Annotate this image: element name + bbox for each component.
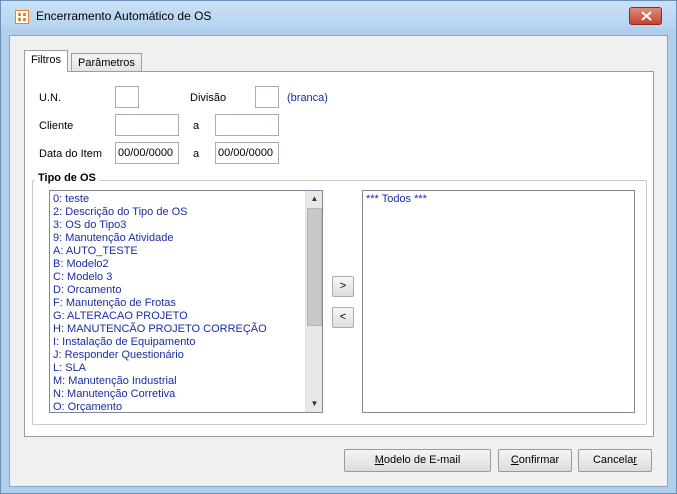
cancel-button[interactable]: Cancelar — [578, 449, 652, 472]
un-label: U.N. — [39, 92, 61, 104]
list-item[interactable]: A: AUTO_TESTE — [53, 245, 267, 258]
data-to-label: a — [193, 148, 200, 160]
confirm-label-rest: onfirmar — [518, 454, 560, 466]
cliente-label: Cliente — [39, 120, 74, 132]
tipo-os-title: Tipo de OS — [35, 172, 99, 184]
cancel-label-prefix: Cancela — [592, 454, 634, 466]
list-item[interactable]: L: SLA — [53, 362, 267, 375]
close-icon — [641, 11, 652, 21]
divisao-hint: (branca) — [287, 92, 328, 104]
list-scrollbar[interactable]: ▲ ▼ — [305, 191, 322, 412]
list-item[interactable]: 3: OS do Tipo3 — [53, 219, 267, 232]
add-type-button[interactable]: > — [332, 276, 354, 297]
data-to-field[interactable]: 00/00/0000 — [215, 142, 279, 164]
data-item-label: Data do Item — [39, 148, 102, 160]
list-item[interactable]: *** Todos *** — [366, 193, 427, 206]
list-item[interactable]: H: MANUTENCÃO PROJETO CORREÇÃO — [53, 323, 267, 336]
confirm-button[interactable]: Confirmar — [498, 449, 572, 472]
cliente-from-field[interactable] — [115, 114, 179, 136]
list-item[interactable]: M: Manutenção Industrial — [53, 375, 267, 388]
divisao-field[interactable] — [255, 86, 279, 108]
selected-types-list[interactable]: *** Todos *** — [362, 190, 635, 413]
divisao-label: Divisão — [190, 92, 227, 104]
un-field[interactable] — [115, 86, 139, 108]
list-item[interactable]: N: Manutenção Corretiva — [53, 388, 267, 401]
email-mnemonic: M — [374, 454, 384, 466]
dialog-window: Encerramento Automático de OS Filtros Pa… — [0, 0, 677, 494]
tab-filtros[interactable]: Filtros — [24, 50, 68, 72]
list-item[interactable]: F: Manutenção de Frotas — [53, 297, 267, 310]
cliente-to-field[interactable] — [215, 114, 279, 136]
list-item[interactable]: C: Modelo 3 — [53, 271, 267, 284]
cancel-mnemonic: r — [633, 454, 638, 466]
email-label-rest: odelo de E-mail — [383, 454, 461, 466]
filtros-panel: U.N. Divisão (branca) Cliente a Data do … — [24, 71, 654, 437]
confirm-mnemonic: C — [510, 454, 519, 466]
remove-type-button[interactable]: < — [332, 307, 354, 328]
cliente-to-label: a — [193, 120, 200, 132]
app-icon — [15, 10, 29, 24]
list-item[interactable]: 0: teste — [53, 193, 267, 206]
scroll-down-icon[interactable]: ▼ — [306, 396, 322, 412]
list-item[interactable]: I: Instalação de Equipamento — [53, 336, 267, 349]
scroll-thumb[interactable] — [307, 208, 322, 326]
list-item[interactable]: G: ALTERACAO PROJETO — [53, 310, 267, 323]
list-item[interactable]: 9: Manutenção Atividade — [53, 232, 267, 245]
list-item[interactable]: D: Orcamento — [53, 284, 267, 297]
list-item[interactable]: J: Responder Questionário — [53, 349, 267, 362]
scroll-up-icon[interactable]: ▲ — [306, 191, 322, 207]
tab-parametros-label: Parâmetros — [78, 57, 135, 69]
available-types-list[interactable]: 0: teste 2: Descrição do Tipo de OS 3: O… — [49, 190, 323, 413]
close-button[interactable] — [629, 7, 662, 25]
data-from-field[interactable]: 00/00/0000 — [115, 142, 179, 164]
list-item[interactable]: O: Orçamento — [53, 401, 267, 412]
modelo-email-button[interactable]: Modelo de E-mail — [344, 449, 491, 472]
window-title: Encerramento Automático de OS — [36, 9, 212, 23]
list-item[interactable]: B: Modelo2 — [53, 258, 267, 271]
tab-parametros[interactable]: Parâmetros — [71, 53, 142, 73]
tab-filtros-label: Filtros — [31, 54, 61, 66]
list-item[interactable]: 2: Descrição do Tipo de OS — [53, 206, 267, 219]
dialog-client-area: Filtros Parâmetros U.N. Divisão (branca)… — [9, 35, 668, 487]
title-bar[interactable]: Encerramento Automático de OS — [1, 1, 676, 29]
